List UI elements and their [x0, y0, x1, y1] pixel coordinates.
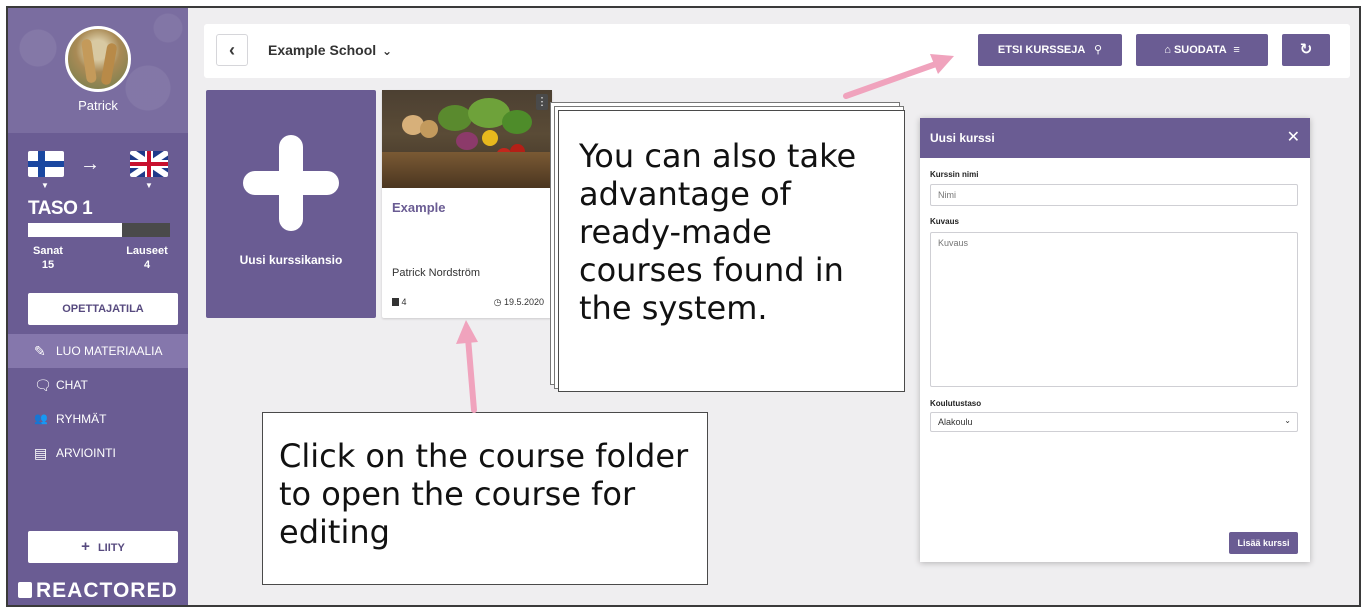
annotation-arrows: [456, 54, 954, 413]
app-window: Patrick ▼ → ▼ TASO 1 Sanat 15 Lauseet 4 …: [6, 6, 1361, 607]
arrow-to-search: [843, 54, 954, 99]
arrow-to-course-card: [456, 320, 478, 413]
